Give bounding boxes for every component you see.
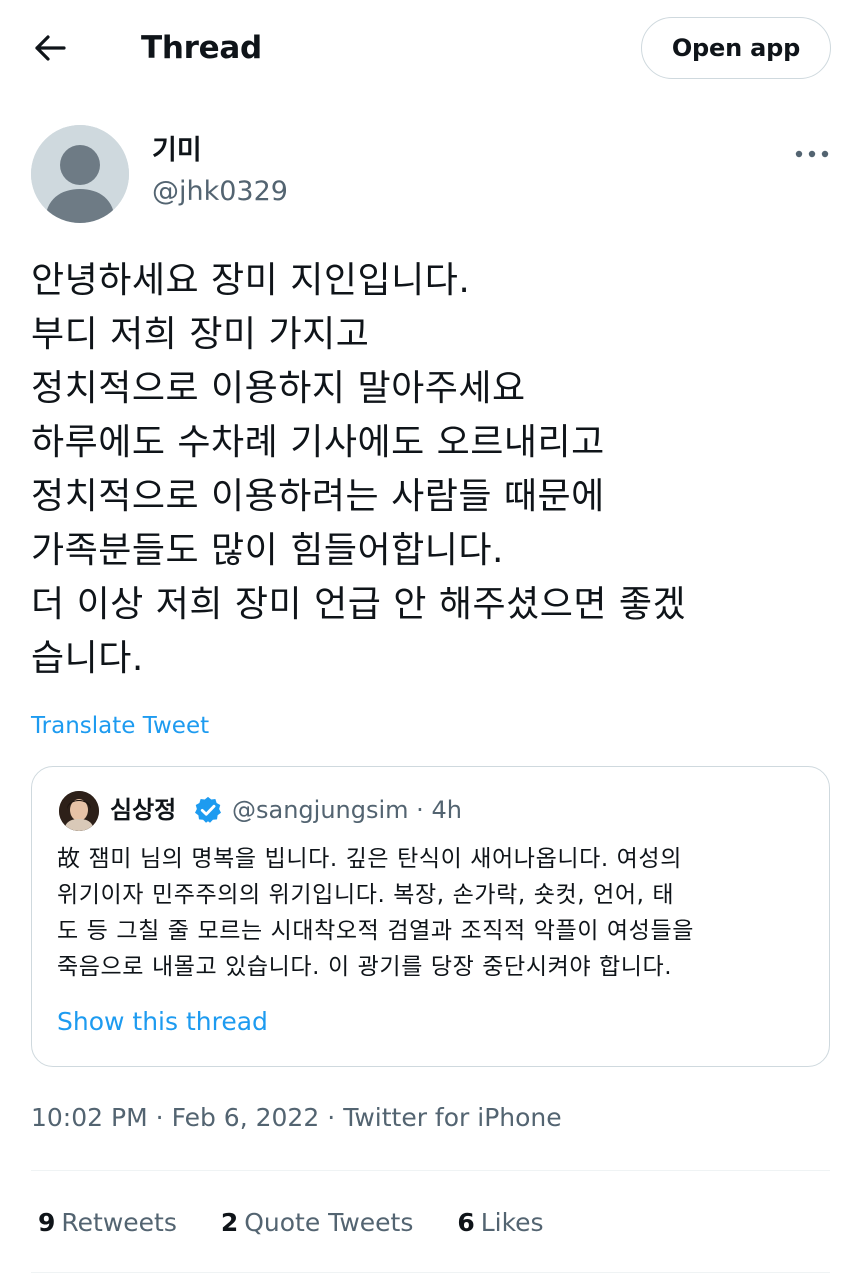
tweet-line: 정치적으로 이용하려는 사람들 때문에 [31,476,605,517]
top-bar: Thread Open app [0,0,850,96]
back-button[interactable] [30,28,70,68]
tweet-line: 습니다. [31,638,144,679]
tweet-line: 정치적으로 이용하지 말아주세요 [31,368,526,409]
tweet-timestamp: 10:02 PM · Feb 6, 2022 · Twitter for iPhone [31,1101,562,1135]
show-thread-link[interactable]: Show this thread [57,1005,268,1039]
tweet-time: 10:02 PM [31,1103,148,1132]
person-photo-icon [59,791,99,831]
tweet-date: Feb 6, 2022 [171,1103,320,1132]
more-options-button[interactable] [790,140,834,168]
open-app-button[interactable]: Open app [641,17,831,79]
verified-badge-icon [195,796,221,823]
author-handle[interactable]: @jhk0329 [152,174,288,210]
tweet-line: 가족분들도 많이 힘들어합니다. [31,530,504,571]
page-title: Thread [141,30,262,66]
quoted-tweet-line: 도 등 그칠 줄 모르는 시대착오적 검열과 조직적 악플이 여성들을 [57,918,694,944]
tweet-line: 하루에도 수차례 기사에도 오르내리고 [31,422,605,463]
arrow-left-icon [35,35,66,61]
quoted-author-avatar [59,791,99,831]
likes-count: 6 [457,1208,475,1237]
quote-tweets-stat[interactable]: 2 Quote Tweets [221,1205,414,1241]
quoted-tweet-line: 위기이자 민주주의의 위기입니다. 복장, 손가락, 숏컷, 언어, 태 [57,882,675,908]
likes-stat[interactable]: 6 Likes [457,1205,543,1241]
retweets-stat[interactable]: 9 Retweets [38,1205,177,1241]
author-avatar[interactable] [31,125,129,223]
quote-tweets-count: 2 [220,1208,239,1237]
retweets-count: 9 [38,1208,56,1237]
likes-label: Likes [480,1208,544,1237]
quoted-tweet-line: 故 잼미 님의 명복을 빕니다. 깊은 탄식이 새어나옵니다. 여성의 [57,846,682,872]
quoted-tweet-card[interactable]: 심상정 @sangjungsim · 4h 故 잼미 님의 명복을 빕니다. 깊… [31,766,830,1067]
translate-tweet-link[interactable]: Translate Tweet [31,711,209,741]
quoted-tweet-text: 故 잼미 님의 명복을 빕니다. 깊은 탄식이 새어나옵니다. 여성의 위기이자… [57,841,817,985]
tweet-source-link[interactable]: Twitter for iPhone [343,1103,561,1132]
tweet-line: 더 이상 저희 장미 언급 안 해주셨으면 좋겠 [31,584,687,625]
divider [31,1170,830,1171]
quoted-tweet-line: 죽음으로 내몰고 있습니다. 이 광기를 당장 중단시켜야 합니다. [57,954,673,980]
divider [31,1272,830,1273]
quoted-author-name: 심상정 [110,796,177,824]
quote-tweets-label: Quote Tweets [244,1208,414,1237]
more-dots-icon [795,150,829,158]
tweet-line: 부디 저희 장미 가지고 [31,314,370,355]
tweet-text: 안녕하세요 장미 지인입니다. 부디 저희 장미 가지고 정치적으로 이용하지 … [31,254,831,686]
quoted-tweet-time: 4h [431,796,462,824]
default-avatar-icon [31,125,129,223]
meta-separator: · [155,1103,164,1132]
tweet-line: 안녕하세요 장미 지인입니다. [31,260,471,301]
meta-separator: · [416,796,424,824]
quoted-author-handle: @sangjungsim [232,796,409,824]
engagement-stats: 9 Retweets 2 Quote Tweets 6 Likes [38,1205,580,1241]
quoted-tweet-meta: @sangjungsim · 4h [232,793,462,827]
retweets-label: Retweets [61,1208,177,1237]
meta-separator: · [327,1103,336,1132]
author-name[interactable]: 기미 [152,133,202,169]
